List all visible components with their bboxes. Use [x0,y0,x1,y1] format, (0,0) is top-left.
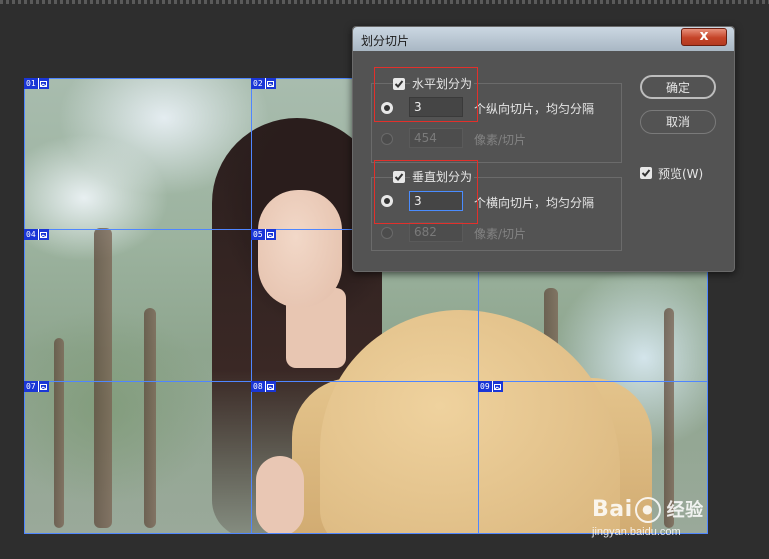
slice-tag[interactable]: 05 [251,229,276,240]
image-icon [491,381,503,392]
canvas-top-ruler [0,0,769,4]
image-icon [264,78,276,89]
slice-divider-vertical[interactable] [251,78,252,534]
slice-tag[interactable]: 09 [478,381,503,392]
close-icon: x [699,28,709,44]
slice-number: 07 [24,381,38,392]
slice-number: 02 [251,78,265,89]
checkmark-icon [641,169,651,177]
vertical-pixel-input[interactable]: 682 [409,222,463,242]
baidu-watermark: Bai ● 经验 [592,496,704,523]
vertical-highlight-box [374,160,478,224]
horizontal-pixel-input[interactable]: 454 [409,128,463,148]
cancel-button[interactable]: 取消 [640,110,716,134]
preview-label: 预览(W) [658,167,704,181]
divide-slice-dialog: 划分切片 x 水平划分为 3 个纵向切片，均匀分隔 454 像素/切片 垂直划分… [352,26,735,272]
horizontal-pixel-suffix: 像素/切片 [474,133,527,147]
slice-tag[interactable]: 01 [24,78,49,89]
slice-tag[interactable]: 07 [24,381,49,392]
dialog-title-bar[interactable]: 划分切片 x [353,27,734,51]
image-icon [264,229,276,240]
preview-checkbox[interactable] [640,167,652,179]
slice-number: 08 [251,381,265,392]
close-button[interactable]: x [681,28,727,46]
slice-divider-horizontal[interactable] [24,381,708,382]
slice-number: 05 [251,229,265,240]
dialog-title: 划分切片 [361,34,410,48]
image-icon [264,381,276,392]
horizontal-count-suffix: 个纵向切片，均匀分隔 [474,102,595,116]
slice-tag[interactable]: 02 [251,78,276,89]
ok-button[interactable]: 确定 [640,75,716,99]
image-icon [37,229,49,240]
vertical-count-suffix: 个横向切片，均匀分隔 [474,196,595,210]
slice-number: 04 [24,229,38,240]
slice-tag[interactable]: 04 [24,229,49,240]
slice-number: 09 [478,381,492,392]
image-icon [37,78,49,89]
paw-icon: ● [634,497,661,523]
horizontal-pixel-radio[interactable] [381,133,393,145]
watermark-brand: Bai [592,497,633,522]
slice-tag[interactable]: 08 [251,381,276,392]
slice-number: 01 [24,78,38,89]
vertical-pixel-radio[interactable] [381,227,393,239]
watermark-url: jingyan.baidu.com [592,526,681,538]
watermark-brand-cn: 经验 [666,500,704,521]
vertical-pixel-suffix: 像素/切片 [474,227,527,241]
horizontal-highlight-box [374,67,478,122]
image-icon [37,381,49,392]
